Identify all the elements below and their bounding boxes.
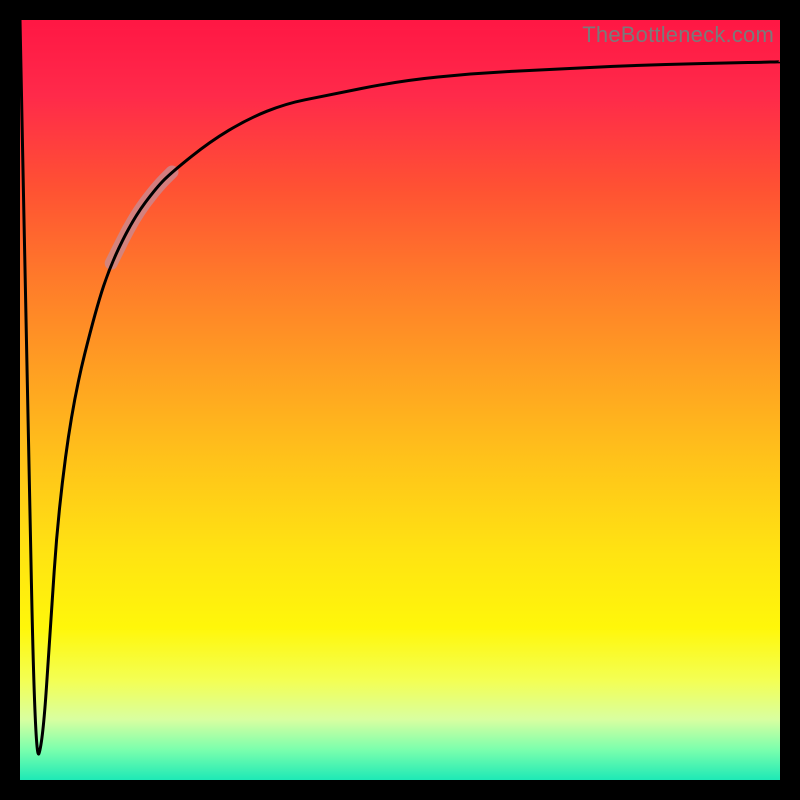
bottleneck-curve-path (20, 20, 780, 754)
curve-svg (20, 20, 780, 780)
plot-area: TheBottleneck.com (20, 20, 780, 780)
chart-frame: TheBottleneck.com (0, 0, 800, 800)
curve-highlight-segment (111, 172, 172, 263)
